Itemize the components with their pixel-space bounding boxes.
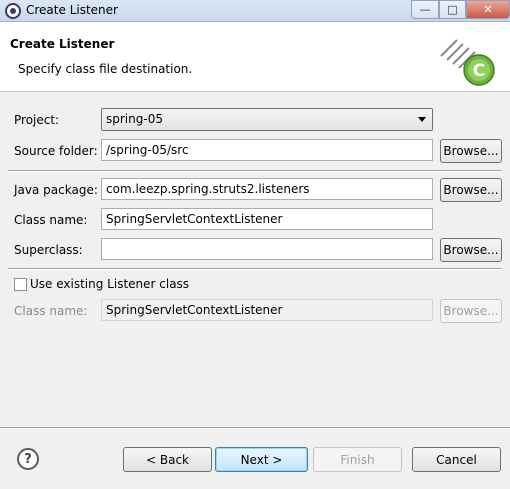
project-combo[interactable]: spring-05 [101,108,433,131]
browse-superclass-button[interactable]: Browse... [440,238,502,262]
project-combo-value: spring-05 [106,112,163,126]
use-existing-checkbox[interactable] [14,278,27,291]
back-button[interactable]: < Back [123,447,212,472]
browse-package-button[interactable]: Browse... [440,178,502,202]
banner-title: Create Listener [10,37,115,51]
wizard-banner: Create Listener Specify class file desti… [0,22,510,92]
browse-existing-class-button: Browse... [440,299,502,323]
title-bar: Create Listener — □ ✕ [0,0,510,22]
java-package-label: Java package: [14,183,98,197]
separator [8,268,502,270]
close-icon: ✕ [483,3,493,16]
finish-button: Finish [313,447,402,472]
browse-source-folder-button[interactable]: Browse... [440,139,502,163]
superclass-label: Superclass: [14,243,83,257]
maximize-button[interactable]: □ [439,0,466,19]
minimize-icon: — [419,3,431,16]
project-label: Project: [14,113,60,127]
source-folder-label: Source folder: [14,144,98,158]
footer-separator [0,427,510,429]
separator [8,170,502,172]
existing-class-name-label: Class name: [14,304,88,318]
help-icon[interactable]: ? [17,448,39,470]
superclass-field[interactable] [101,238,433,260]
source-folder-field[interactable]: /spring-05/src [101,139,433,161]
class-name-field[interactable]: SpringServletContextListener [101,208,433,230]
minimize-button[interactable]: — [411,0,439,19]
window-title: Create Listener [26,3,118,17]
use-existing-label[interactable]: Use existing Listener class [30,277,189,291]
eclipse-app-icon [5,3,21,19]
class-name-label: Class name: [14,213,88,227]
existing-class-name-field: SpringServletContextListener [101,299,433,321]
banner-description: Specify class file destination. [18,62,193,76]
next-button[interactable]: Next > [215,447,308,472]
banner-graphic-letter: C [473,61,485,81]
maximize-icon: □ [447,3,458,16]
cancel-button[interactable]: Cancel [412,447,501,472]
java-package-field[interactable]: com.leezp.spring.struts2.listeners [101,178,433,200]
new-class-wizard-icon: C [440,39,495,86]
chevron-down-icon [418,117,426,122]
close-button[interactable]: ✕ [466,0,510,19]
